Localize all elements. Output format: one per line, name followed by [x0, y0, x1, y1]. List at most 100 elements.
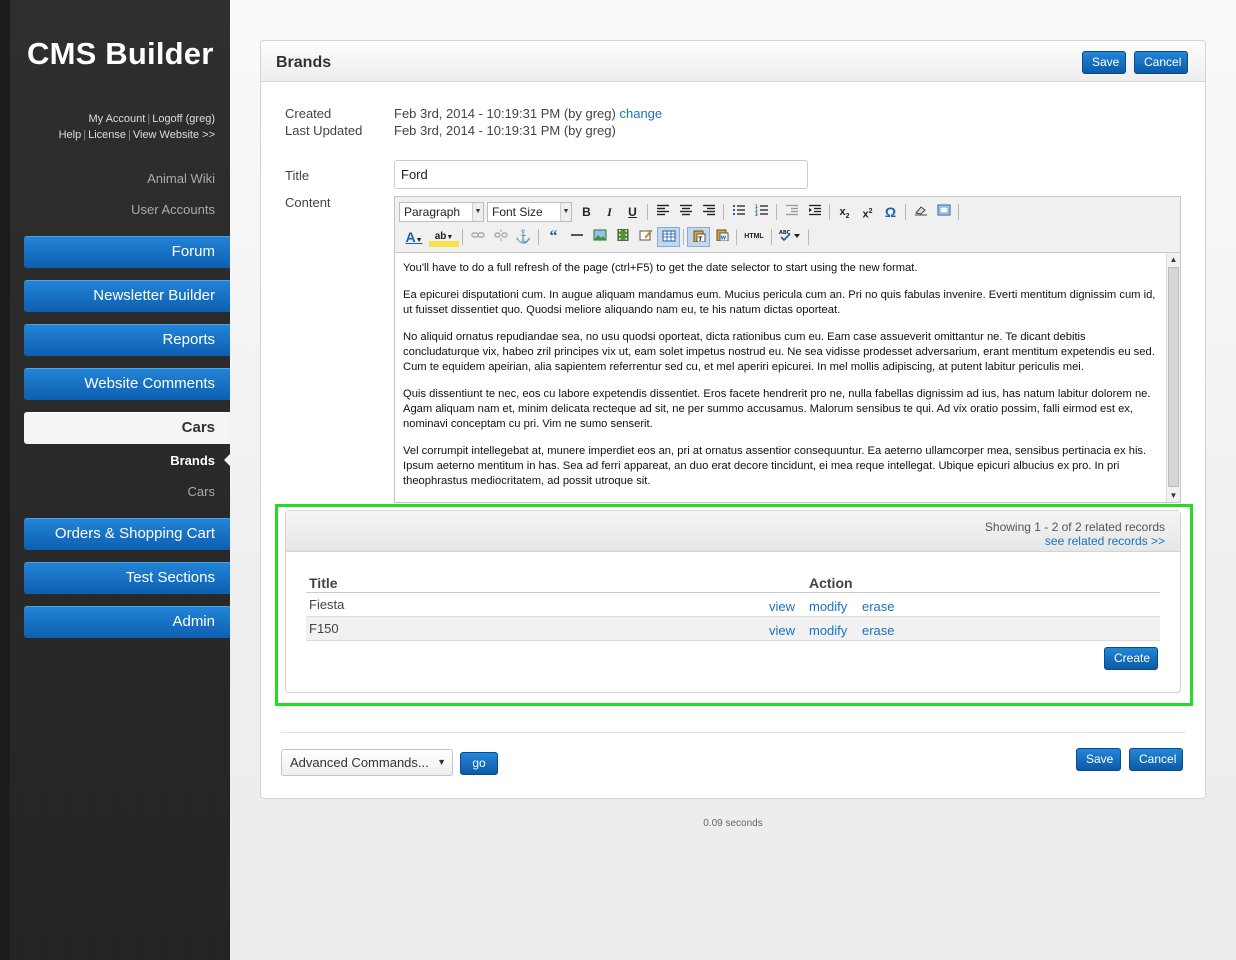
- text-color-icon[interactable]: A▼: [399, 227, 429, 247]
- bold-icon[interactable]: B: [575, 202, 598, 222]
- editor-toolbar-row-2: A▼ ab▼ ⚓ “ T W HTML ABC: [399, 226, 812, 248]
- editor-paragraph: Quis dissentiunt te nec, eos cu labore e…: [403, 388, 1151, 430]
- font-size-select-value: Font Size: [492, 205, 543, 219]
- sidebar-subitem-cars[interactable]: Cars: [188, 484, 215, 499]
- content-label: Content: [285, 195, 331, 210]
- omega-icon[interactable]: Ω: [879, 202, 902, 222]
- record-title: F150: [309, 621, 339, 636]
- title-input[interactable]: Ford: [394, 160, 808, 189]
- link-icon[interactable]: [466, 227, 489, 247]
- spellcheck-icon[interactable]: ABC: [775, 227, 805, 247]
- erase-link[interactable]: erase: [862, 623, 895, 638]
- cancel-button-bottom[interactable]: Cancel: [1129, 748, 1183, 771]
- horizontal-rule-icon[interactable]: [565, 227, 588, 247]
- sidebar-item-forum[interactable]: Forum: [24, 236, 230, 268]
- sidebar-item-reports[interactable]: Reports: [24, 324, 230, 356]
- bullet-list-icon[interactable]: [727, 202, 750, 222]
- edit-image-icon[interactable]: [634, 227, 657, 247]
- blockquote-icon[interactable]: “: [542, 227, 565, 247]
- cancel-button[interactable]: Cancel: [1134, 51, 1188, 74]
- align-center-icon[interactable]: [674, 202, 697, 222]
- unlink-icon[interactable]: [489, 227, 512, 247]
- toolbar-separator: [538, 229, 539, 245]
- subscript-icon[interactable]: x2: [833, 202, 856, 222]
- help-link[interactable]: Help: [59, 129, 82, 141]
- outdent-icon[interactable]: [780, 202, 803, 222]
- scrollbar-thumb[interactable]: [1168, 267, 1179, 487]
- html-source-icon[interactable]: HTML: [740, 227, 768, 247]
- erase-link[interactable]: erase: [862, 599, 895, 614]
- modify-link[interactable]: modify: [809, 623, 847, 638]
- logoff-link[interactable]: Logoff (greg): [152, 113, 215, 125]
- editor-paragraph: Vel corrumpit intellegebat at, munere im…: [403, 445, 1147, 487]
- format-select[interactable]: Paragraph ▼: [399, 202, 484, 222]
- align-right-icon[interactable]: [697, 202, 720, 222]
- editor-scrollbar[interactable]: ▲ ▼: [1166, 252, 1180, 502]
- sidebar-item-admin[interactable]: Admin: [24, 606, 230, 638]
- sidebar-item-test-sections[interactable]: Test Sections: [24, 562, 230, 594]
- go-button[interactable]: go: [460, 752, 498, 775]
- license-link[interactable]: License: [88, 129, 126, 141]
- toolbar-separator: [683, 229, 684, 245]
- editor-toolbar-row-1: Paragraph ▼ Font Size ▼ B I U 123 x2 x2 …: [399, 201, 962, 223]
- italic-icon[interactable]: I: [598, 202, 621, 222]
- advanced-commands-select[interactable]: Advanced Commands... ▼: [281, 749, 453, 776]
- separator: |: [128, 129, 131, 141]
- toolbar-separator: [462, 229, 463, 245]
- user-links-line2: Help | License | View Website >>: [59, 129, 215, 141]
- paste-text-icon[interactable]: T: [687, 227, 710, 247]
- page-title: Brands: [276, 54, 332, 71]
- view-link[interactable]: view: [769, 599, 795, 614]
- superscript-icon[interactable]: x2: [856, 202, 879, 222]
- toolbar-separator: [829, 204, 830, 220]
- updated-label: Last Updated: [285, 123, 363, 138]
- editor-paragraph: No aliquid ornatus repudiandae sea, no u…: [403, 331, 1155, 373]
- sidebar-link-user-accounts[interactable]: User Accounts: [131, 202, 215, 217]
- toolbar-separator: [647, 204, 648, 220]
- sidebar-subitem-brands[interactable]: Brands: [170, 453, 215, 468]
- create-record-button[interactable]: Create: [1104, 647, 1158, 670]
- created-value-row: Feb 3rd, 2014 - 10:19:31 PM (by greg) ch…: [394, 106, 662, 121]
- align-left-icon[interactable]: [651, 202, 674, 222]
- scroll-down-icon[interactable]: ▼: [1167, 489, 1180, 502]
- view-website-link[interactable]: View Website >>: [133, 129, 215, 141]
- sidebar-item-website-comments[interactable]: Website Comments: [24, 368, 230, 400]
- toolbar-separator: [905, 204, 906, 220]
- sidebar-item-orders[interactable]: Orders & Shopping Cart: [24, 518, 230, 550]
- save-button[interactable]: Save: [1082, 51, 1126, 74]
- sidebar-item-cars[interactable]: Cars: [24, 412, 230, 444]
- change-date-link[interactable]: change: [619, 106, 662, 121]
- scroll-up-icon[interactable]: ▲: [1167, 253, 1180, 266]
- paste-word-icon[interactable]: W: [710, 227, 733, 247]
- image-icon[interactable]: [588, 227, 611, 247]
- editor-content-area[interactable]: You'll have to do a full refresh of the …: [395, 252, 1166, 502]
- view-link[interactable]: view: [769, 623, 795, 638]
- media-icon[interactable]: [611, 227, 634, 247]
- created-label: Created: [285, 106, 332, 121]
- format-select-value: Paragraph: [404, 205, 461, 219]
- divider: [281, 732, 1185, 733]
- fullscreen-icon[interactable]: [932, 202, 955, 222]
- my-account-link[interactable]: My Account: [88, 113, 145, 125]
- sidebar-item-newsletter-builder[interactable]: Newsletter Builder: [24, 280, 230, 312]
- anchor-icon[interactable]: ⚓: [512, 227, 535, 247]
- page-render-time: 0.09 seconds: [703, 818, 763, 829]
- underline-icon[interactable]: U: [621, 202, 644, 222]
- toolbar-separator: [736, 229, 737, 245]
- toolbar-separator: [808, 229, 809, 245]
- highlight-color-icon[interactable]: ab▼: [429, 227, 459, 247]
- eraser-icon[interactable]: [909, 202, 932, 222]
- rich-text-editor: Paragraph ▼ Font Size ▼ B I U 123 x2 x2 …: [394, 196, 1181, 503]
- indent-icon[interactable]: [803, 202, 826, 222]
- table-icon[interactable]: [657, 227, 680, 247]
- toolbar-separator: [776, 204, 777, 220]
- editor-paragraph: You'll have to do a full refresh of the …: [403, 262, 918, 274]
- svg-text:3: 3: [755, 212, 758, 216]
- font-size-select[interactable]: Font Size ▼: [487, 202, 572, 222]
- numbered-list-icon[interactable]: 123: [750, 202, 773, 222]
- toolbar-separator: [771, 229, 772, 245]
- panel-header: Brands: [261, 41, 1205, 82]
- modify-link[interactable]: modify: [809, 599, 847, 614]
- save-button-bottom[interactable]: Save: [1076, 748, 1121, 771]
- sidebar-link-animal-wiki[interactable]: Animal Wiki: [147, 171, 215, 186]
